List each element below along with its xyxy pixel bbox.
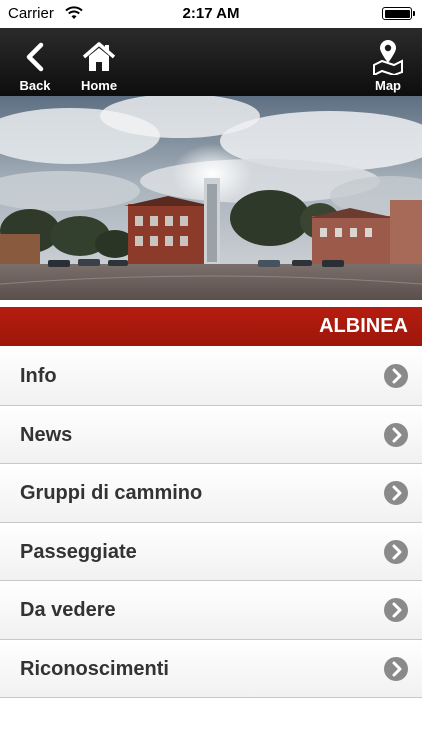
chevron-right-icon: [384, 656, 408, 681]
chevron-left-icon: [24, 38, 46, 76]
chevron-right-icon: [384, 539, 408, 564]
menu-item-label: Gruppi di cammino: [20, 482, 203, 504]
menu-item-label: News: [20, 423, 73, 446]
menu-item-riconoscimenti[interactable]: Riconoscimenti: [0, 639, 422, 698]
hero-image: [0, 96, 422, 300]
clock: 2:17 AM: [182, 5, 240, 22]
battery-icon: [382, 7, 415, 20]
chevron-right-icon: [384, 422, 408, 447]
menu-item-gruppi-di-cammino[interactable]: Gruppi di cammino: [0, 464, 422, 523]
section-title: ALBINEA: [0, 307, 422, 346]
menu-item-da-vedere[interactable]: Da vedere: [0, 581, 422, 640]
menu-list: Info News Gruppi di cammino Passeggiate …: [0, 347, 422, 698]
home-label: Home: [80, 78, 118, 93]
menu-item-info[interactable]: Info: [0, 347, 422, 406]
nav-bar: Back Home Map: [0, 28, 422, 96]
map-label: Map: [375, 78, 401, 93]
menu-item-label: Da vedere: [20, 599, 116, 621]
map-pin-icon: [370, 38, 406, 76]
menu-item-label: Passeggiate: [20, 540, 137, 563]
back-label: Back: [19, 78, 51, 93]
home-icon: [81, 38, 117, 76]
chevron-right-icon: [384, 481, 408, 505]
chevron-right-icon: [384, 364, 408, 388]
menu-item-passeggiate[interactable]: Passeggiate: [0, 522, 422, 581]
menu-item-news[interactable]: News: [0, 405, 422, 464]
status-bar: Carrier 2:17 AM: [0, 0, 422, 28]
menu-item-label: Riconoscimenti: [20, 657, 169, 680]
map-button[interactable]: Map: [368, 28, 408, 96]
menu-item-label: Info: [20, 365, 57, 387]
home-button[interactable]: Home: [76, 28, 122, 96]
chevron-right-icon: [384, 598, 408, 622]
back-button[interactable]: Back: [14, 28, 56, 96]
